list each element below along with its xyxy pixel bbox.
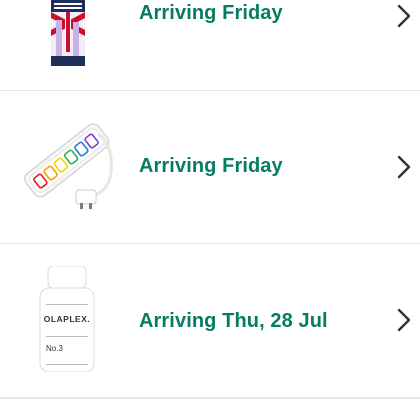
delivery-status: Arriving Friday [139, 155, 283, 177]
chevron-right-icon[interactable] [396, 155, 412, 179]
power-extension-strip-icon [24, 123, 113, 209]
delivery-status: Arriving Friday [139, 2, 283, 24]
chevron-right-icon[interactable] [396, 308, 412, 332]
beauty-product-box-icon [51, 0, 85, 66]
product-number-label: No.3 [46, 344, 63, 353]
delivery-status: Arriving Thu, 28 Jul [139, 310, 328, 332]
product-brand-label: OLAPLEX. [43, 314, 91, 324]
order-list-item[interactable]: Arriving Friday [0, 0, 420, 90]
hair-perfector-bottle-icon: OLAPLEX. No.3 [38, 266, 96, 372]
order-list-item[interactable]: OLAPLEX. No.3 Arriving Thu, 28 Jul [0, 244, 420, 397]
next-item-edge [0, 399, 420, 420]
order-list-item[interactable]: Arriving Friday [0, 91, 420, 243]
chevron-right-icon[interactable] [396, 4, 412, 28]
